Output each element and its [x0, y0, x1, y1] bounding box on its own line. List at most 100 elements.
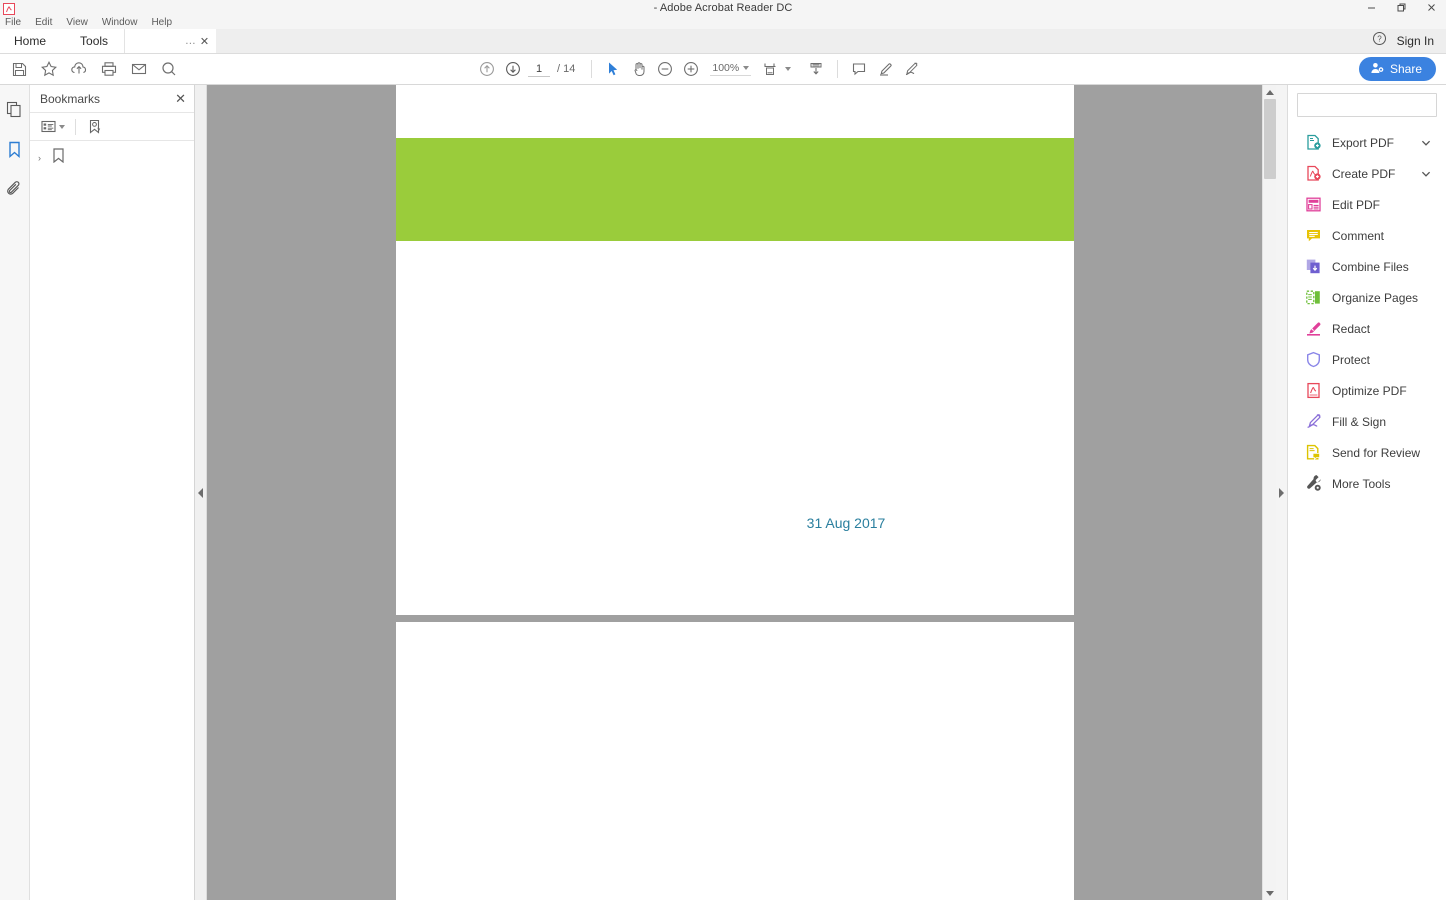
email-icon[interactable] [128, 58, 150, 80]
chevron-down-icon [59, 124, 65, 129]
bookmarks-panel-close-icon[interactable]: ✕ [175, 91, 186, 107]
select-cursor-icon[interactable] [602, 58, 624, 80]
share-button-label: Share [1389, 62, 1422, 76]
tool-item-label: Edit PDF [1332, 197, 1381, 212]
bookmarks-icon[interactable] [3, 137, 27, 161]
save-file-icon[interactable] [8, 58, 30, 80]
fit-page-chevron-icon[interactable] [785, 67, 792, 71]
scroll-mode-icon[interactable] [805, 58, 827, 80]
organize-pages-icon [1305, 289, 1322, 306]
tool-item-more-tools[interactable]: More Tools [1288, 468, 1446, 499]
vertical-scrollbar[interactable] [1262, 85, 1276, 900]
toolbar-left-group [0, 58, 180, 80]
tool-item-label: Redact [1332, 321, 1371, 336]
tab-strip-filler [216, 29, 1372, 53]
tool-item-combine-files[interactable]: Combine Files [1288, 251, 1446, 282]
tool-item-export-pdf[interactable]: Export PDF [1288, 127, 1446, 158]
tool-item-label: Organize Pages [1332, 290, 1419, 305]
tool-item-optimize-pdf[interactable]: Optimize PDF [1288, 375, 1446, 406]
pdf-page-1: 31 Aug 2017 [396, 85, 1074, 615]
right-panel-collapse-handle[interactable] [1276, 85, 1288, 900]
fill-sign-icon [1305, 413, 1322, 430]
star-icon[interactable] [38, 58, 60, 80]
share-button[interactable]: Share [1358, 57, 1436, 81]
sign-icon[interactable] [900, 58, 922, 80]
sign-in-button[interactable]: Sign In [1397, 34, 1434, 48]
fit-page-icon[interactable] [759, 58, 781, 80]
chevron-down-icon [743, 66, 750, 70]
bookmarks-panel-toolbar [30, 113, 194, 141]
menu-file[interactable]: File [5, 17, 21, 28]
page-down-icon[interactable] [502, 58, 524, 80]
tool-item-label: Combine Files [1332, 259, 1409, 274]
attachments-icon[interactable] [3, 177, 27, 201]
highlight-pen-icon[interactable] [874, 58, 896, 80]
bookmarks-panel-title: Bookmarks [40, 91, 101, 106]
zoom-level-select[interactable]: 100% [710, 62, 752, 76]
bookmark-options-icon[interactable] [40, 118, 65, 135]
menu-edit[interactable]: Edit [35, 17, 52, 28]
acrobat-reader-window: - Adobe Acrobat Reader DC File Edit View… [0, 0, 1446, 900]
title-bar: - Adobe Acrobat Reader DC [0, 0, 1446, 15]
hand-tool-icon[interactable] [628, 58, 650, 80]
new-bookmark-icon[interactable] [86, 118, 103, 135]
toolbar-separator [591, 60, 593, 78]
cloud-upload-icon[interactable] [68, 58, 90, 80]
tool-item-fill-sign[interactable]: Fill & Sign [1288, 406, 1446, 437]
scroll-up-arrow-icon[interactable] [1263, 85, 1277, 99]
page-up-icon[interactable] [476, 58, 498, 80]
tab-home[interactable]: Home [0, 29, 65, 53]
left-panel-collapse-handle[interactable] [195, 85, 207, 900]
svg-text:?: ? [1377, 35, 1382, 44]
window-title: - Adobe Acrobat Reader DC [653, 1, 793, 14]
page-number-input[interactable] [528, 61, 550, 77]
scroll-down-arrow-icon[interactable] [1263, 886, 1277, 900]
tab-tools[interactable]: Tools [64, 29, 125, 53]
restore-icon[interactable] [1386, 0, 1416, 15]
tool-item-create-pdf[interactable]: Create PDF [1288, 158, 1446, 189]
bookmarks-toolbar-separator [75, 118, 76, 135]
zoom-out-icon[interactable] [654, 58, 676, 80]
menu-view[interactable]: View [66, 17, 88, 28]
tab-close-icon[interactable]: ✕ [200, 35, 209, 48]
document-tab[interactable]: … ✕ [124, 29, 217, 53]
chevron-down-icon[interactable] [1420, 168, 1432, 180]
help-circle-icon[interactable]: ? [1372, 31, 1387, 51]
page-date-text: 31 Aug 2017 [396, 515, 1074, 531]
search-icon[interactable] [158, 58, 180, 80]
chevron-down-icon[interactable] [1420, 137, 1432, 149]
tools-panel: Export PDF Create PDF Edit PDF Comment Combi… [1288, 85, 1446, 900]
menu-bar: File Edit View Window Help [0, 15, 1446, 29]
document-viewport[interactable]: 31 Aug 2017 [207, 85, 1262, 900]
print-icon[interactable] [98, 58, 120, 80]
minimize-icon[interactable] [1356, 0, 1386, 15]
tab-strip: Home Tools … ✕ ? Sign In [0, 29, 1446, 54]
tab-minimize-icon[interactable]: … [185, 36, 196, 47]
tool-item-edit-pdf[interactable]: Edit PDF [1288, 189, 1446, 220]
tools-search-box[interactable] [1297, 93, 1437, 117]
bookmark-list-item[interactable]: › [38, 148, 194, 167]
menu-help[interactable]: Help [151, 17, 172, 28]
tool-item-protect[interactable]: Protect [1288, 344, 1446, 375]
vertical-scroll-thumb[interactable] [1264, 99, 1276, 179]
expand-chevron-icon[interactable]: › [38, 153, 47, 163]
bookmarks-list: › [30, 141, 194, 167]
page-thumbnails-icon[interactable] [3, 97, 27, 121]
comment-tool-icon [1305, 227, 1322, 244]
tool-item-send-for-review[interactable]: Send for Review [1288, 437, 1446, 468]
tools-search-input[interactable] [1298, 94, 1436, 116]
tool-item-organize-pages[interactable]: Organize Pages [1288, 282, 1446, 313]
close-icon[interactable] [1416, 0, 1446, 15]
comment-icon[interactable] [848, 58, 870, 80]
tool-item-comment[interactable]: Comment [1288, 220, 1446, 251]
menu-window[interactable]: Window [102, 17, 138, 28]
toolbar-separator-2 [837, 60, 839, 78]
pdf-page-2 [396, 622, 1074, 900]
page-total-label: / 14 [557, 63, 576, 75]
zoom-in-icon[interactable] [680, 58, 702, 80]
collapse-left-panel-icon [198, 487, 203, 498]
tool-item-label: Export PDF [1332, 135, 1395, 150]
tool-item-label: Fill & Sign [1332, 414, 1387, 429]
tool-item-label: Send for Review [1332, 445, 1421, 460]
tool-item-redact[interactable]: Redact [1288, 313, 1446, 344]
